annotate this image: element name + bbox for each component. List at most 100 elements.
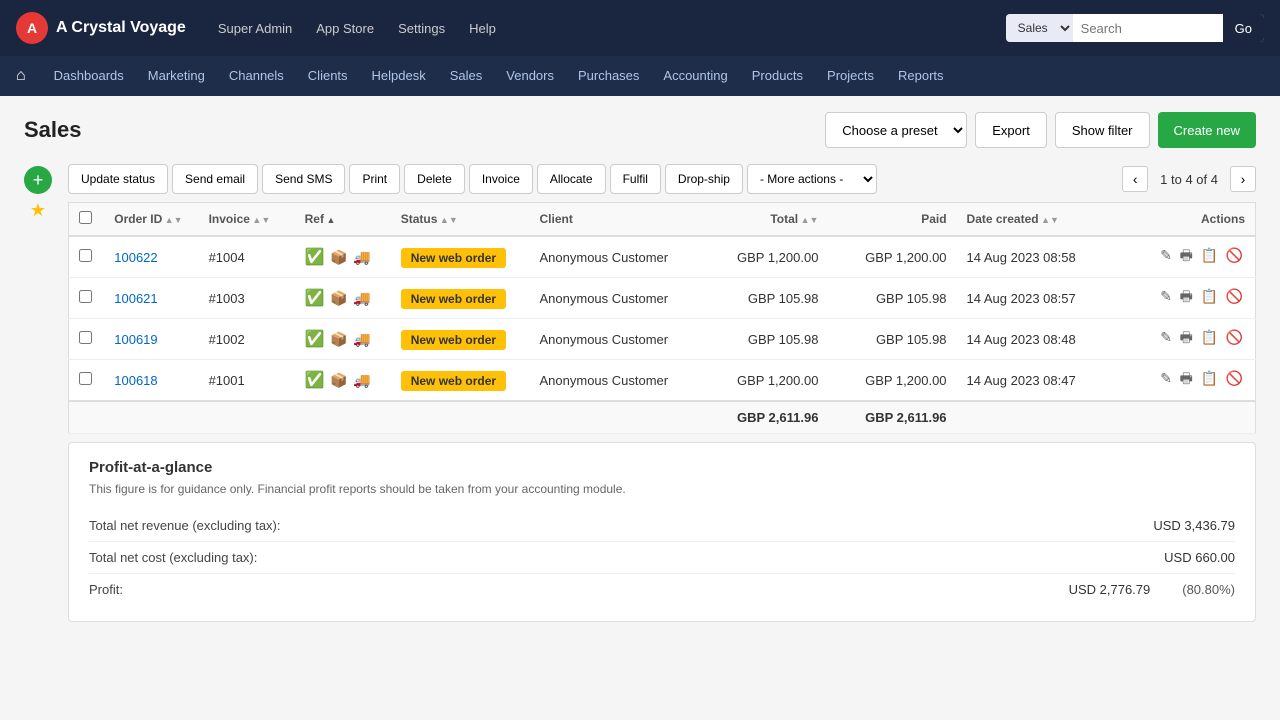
drop-ship-button[interactable]: Drop-ship: [665, 164, 743, 194]
profit-row-value: USD 3,436.79: [1153, 518, 1235, 533]
page-header: Sales Choose a preset Export Show filter…: [24, 112, 1256, 148]
table-row: 100618 #1001 ✅ 📦 🚚 New web order Anonymo…: [69, 360, 1256, 402]
copy-icon[interactable]: 📋: [1201, 329, 1218, 345]
more-actions-select[interactable]: - More actions -: [747, 164, 877, 194]
actions-cell: ✎ 🖶 📋 🚫: [1127, 360, 1255, 402]
truck-icon: 🚚: [353, 331, 370, 347]
copy-icon[interactable]: 📋: [1201, 247, 1218, 263]
table-row: 100619 #1002 ✅ 📦 🚚 New web order Anonymo…: [69, 319, 1256, 360]
print-icon[interactable]: 🖶: [1180, 247, 1193, 263]
nav-products[interactable]: Products: [740, 56, 815, 96]
col-header-total[interactable]: Total: [700, 203, 828, 237]
next-page-button[interactable]: ›: [1230, 166, 1256, 192]
col-header-invoice[interactable]: Invoice: [199, 203, 295, 237]
row-checkbox[interactable]: [79, 290, 92, 303]
date-cell: 14 Aug 2023 08:47: [957, 360, 1128, 402]
send-sms-button[interactable]: Send SMS: [262, 164, 345, 194]
delete-icon[interactable]: 🚫: [1226, 247, 1243, 263]
truck-icon: 🚚: [353, 249, 370, 265]
row-checkbox[interactable]: [79, 249, 92, 262]
app-logo[interactable]: A A Crystal Voyage: [16, 12, 186, 44]
invoice-cell: #1001: [199, 360, 295, 402]
edit-icon[interactable]: ✎: [1160, 288, 1172, 304]
select-all-checkbox[interactable]: [79, 211, 92, 224]
nav-purchases[interactable]: Purchases: [566, 56, 651, 96]
export-button[interactable]: Export: [975, 112, 1047, 148]
row-checkbox[interactable]: [79, 372, 92, 385]
print-button[interactable]: Print: [349, 164, 400, 194]
create-new-button[interactable]: Create new: [1158, 112, 1256, 148]
preset-select[interactable]: Choose a preset: [825, 112, 967, 148]
app-store-link[interactable]: App Store: [316, 21, 374, 36]
search-go-button[interactable]: Go: [1223, 14, 1264, 42]
allocate-button[interactable]: Allocate: [537, 164, 606, 194]
col-header-ref[interactable]: Ref: [295, 203, 391, 237]
home-icon[interactable]: ⌂: [16, 67, 26, 85]
fulfil-button[interactable]: Fulfil: [610, 164, 661, 194]
delete-icon[interactable]: 🚫: [1226, 288, 1243, 304]
invoice-button[interactable]: Invoice: [469, 164, 533, 194]
nav-marketing[interactable]: Marketing: [136, 56, 217, 96]
col-header-date[interactable]: Date created: [957, 203, 1128, 237]
truck-icon: 🚚: [353, 290, 370, 306]
profit-row-value: USD 660.00: [1164, 550, 1235, 565]
show-filter-button[interactable]: Show filter: [1055, 112, 1150, 148]
delete-icon[interactable]: 🚫: [1226, 370, 1243, 386]
totals-row: GBP 2,611.96 GBP 2,611.96: [69, 401, 1256, 434]
status-cell: New web order: [391, 236, 530, 278]
add-favorite-button[interactable]: +: [24, 166, 52, 194]
edit-icon[interactable]: ✎: [1160, 329, 1172, 345]
profit-title: Profit-at-a-glance: [89, 459, 1235, 476]
order-id-link[interactable]: 100621: [114, 291, 157, 306]
search-context-select[interactable]: Sales: [1006, 14, 1073, 42]
check-icon: ✅: [305, 249, 325, 266]
update-status-button[interactable]: Update status: [68, 164, 168, 194]
edit-icon[interactable]: ✎: [1160, 247, 1172, 263]
order-id-link[interactable]: 100618: [114, 373, 157, 388]
orders-table: Order ID Invoice Ref Status Client Total…: [68, 202, 1256, 434]
nav-channels[interactable]: Channels: [217, 56, 296, 96]
invoice-cell: #1004: [199, 236, 295, 278]
order-id-link[interactable]: 100622: [114, 250, 157, 265]
super-admin-link[interactable]: Super Admin: [218, 21, 292, 36]
nav-helpdesk[interactable]: Helpdesk: [360, 56, 438, 96]
nav-sales[interactable]: Sales: [438, 56, 495, 96]
top-links: Super Admin App Store Settings Help: [218, 21, 496, 36]
help-link[interactable]: Help: [469, 21, 496, 36]
print-icon[interactable]: 🖶: [1180, 370, 1193, 386]
search-input[interactable]: [1073, 14, 1223, 42]
date-cell: 14 Aug 2023 08:48: [957, 319, 1128, 360]
copy-icon[interactable]: 📋: [1201, 370, 1218, 386]
nav-vendors[interactable]: Vendors: [494, 56, 566, 96]
print-icon[interactable]: 🖶: [1180, 288, 1193, 304]
paid-cell: GBP 1,200.00: [828, 236, 956, 278]
status-icons-cell: ✅ 📦 🚚: [295, 278, 391, 319]
nav-dashboards[interactable]: Dashboards: [42, 56, 136, 96]
edit-icon[interactable]: ✎: [1160, 370, 1172, 386]
col-header-order-id[interactable]: Order ID: [104, 203, 198, 237]
box-icon: 📦: [330, 290, 347, 306]
nav-clients[interactable]: Clients: [296, 56, 360, 96]
order-id-link[interactable]: 100619: [114, 332, 157, 347]
toolbar: Update status Send email Send SMS Print …: [68, 164, 1256, 194]
col-header-actions: Actions: [1127, 203, 1255, 237]
prev-page-button[interactable]: ‹: [1122, 166, 1148, 192]
delete-icon[interactable]: 🚫: [1226, 329, 1243, 345]
nav-accounting[interactable]: Accounting: [651, 56, 739, 96]
delete-button[interactable]: Delete: [404, 164, 465, 194]
status-cell: New web order: [391, 278, 530, 319]
copy-icon[interactable]: 📋: [1201, 288, 1218, 304]
check-icon: ✅: [305, 331, 325, 348]
col-header-status[interactable]: Status: [391, 203, 530, 237]
profit-section: Profit-at-a-glance This figure is for gu…: [68, 442, 1256, 622]
settings-link[interactable]: Settings: [398, 21, 445, 36]
favorite-star-icon[interactable]: ★: [30, 200, 46, 221]
header-actions: Choose a preset Export Show filter Creat…: [825, 112, 1256, 148]
send-email-button[interactable]: Send email: [172, 164, 258, 194]
print-icon[interactable]: 🖶: [1180, 329, 1193, 345]
nav-reports[interactable]: Reports: [886, 56, 956, 96]
row-checkbox[interactable]: [79, 331, 92, 344]
nav-projects[interactable]: Projects: [815, 56, 886, 96]
profit-row-label: Profit:: [89, 582, 123, 597]
col-header-client: Client: [530, 203, 701, 237]
